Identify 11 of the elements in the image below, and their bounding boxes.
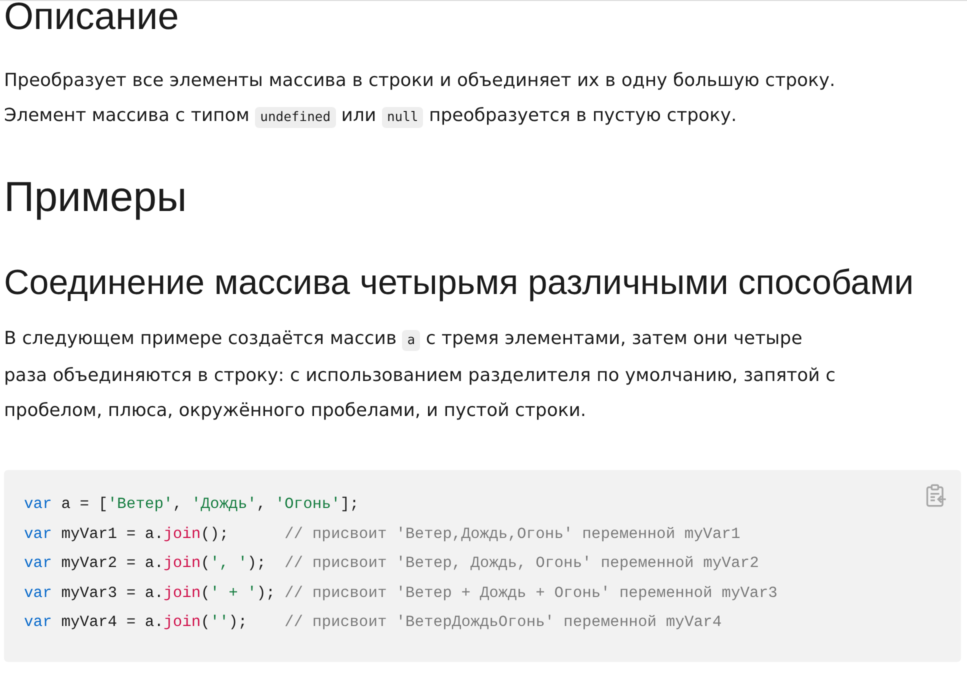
code-line: var myVar1 = a.join(); // присвоит 'Ветер,Дождь,Огонь' переменной myVar1	[24, 524, 742, 544]
code-line: var myVar3 = a.join(' + '); // присвоит 'Ветер + Дождь + Огонь' переменной myVar3	[24, 582, 778, 604]
code-line: var myVar4 = a.join(''); // присвоит 'ВетерДождьОгонь' переменной myVar4	[24, 612, 723, 633]
subsection-heading: Соединение массива четырьмя различными способами	[4, 263, 915, 303]
code-line: var a = ['Ветер', 'Дождь', 'Огонь'];	[24, 494, 360, 515]
paragraph: Преобразует все элементы массива в строки и объединяет их в одну большую строку. Элемент массива с типом undefined или null преобразуется в пустую строку.	[4, 69, 836, 130]
section-heading: Примеры	[4, 175, 188, 219]
copy-icon[interactable]	[925, 484, 947, 508]
paragraph: В следующем примере создаётся массив a с тремя элементами, затем они четыре раза объединяются в строку: с использованием разделителя по умолчанию, запятой с пробелом, плюса, окружённого пробелами, и пустой строки.	[4, 327, 836, 423]
section-heading: Описание	[4, 1, 180, 39]
code-line: var myVar2 = a.join(', '); // присвоит 'Ветер, Дождь, Огонь' переменной myVar2	[24, 553, 760, 574]
